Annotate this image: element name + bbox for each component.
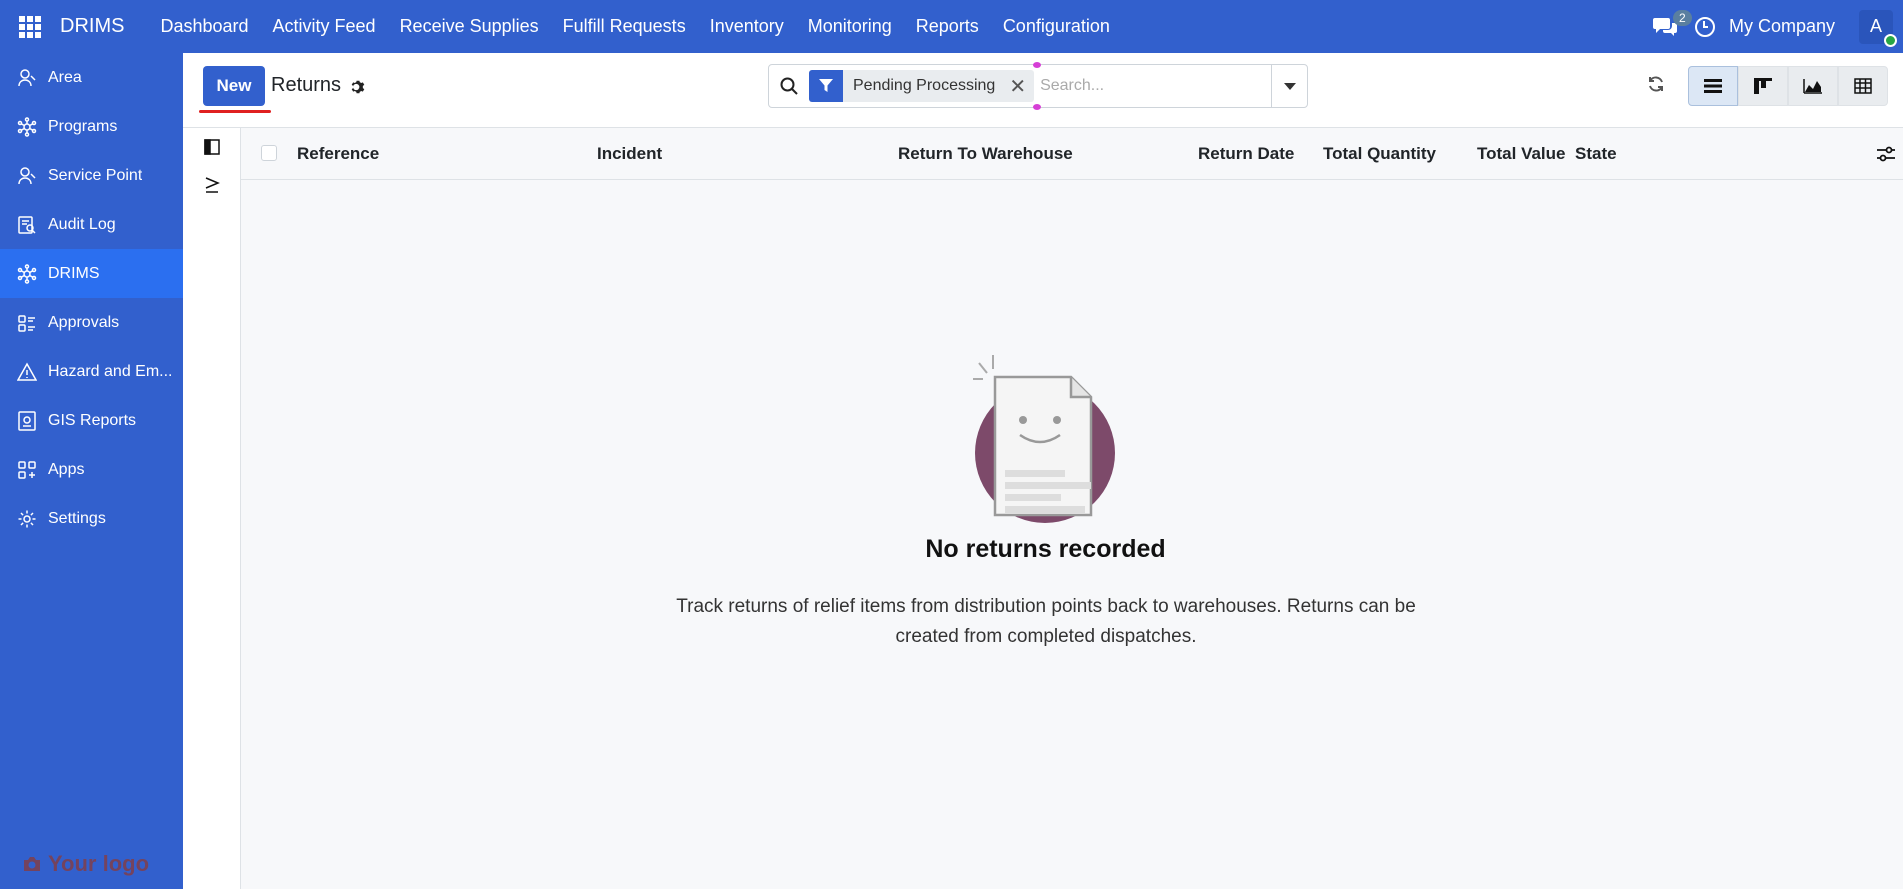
sidebar-item-label: GIS Reports <box>48 411 137 429</box>
menu-monitoring[interactable]: Monitoring <box>796 16 904 37</box>
side-toolbar <box>183 128 241 889</box>
menu-configuration[interactable]: Configuration <box>991 16 1122 37</box>
avatar-initial: A <box>1869 16 1882 36</box>
main-menu: Dashboard Activity Feed Receive Supplies… <box>148 16 1121 37</box>
messages-button[interactable]: 2 <box>1645 0 1692 53</box>
sidebar-item-label: Apps <box>48 460 85 478</box>
warning-triangle-icon <box>16 361 38 383</box>
empty-state-title: No returns recorded <box>925 535 1166 563</box>
menu-inventory[interactable]: Inventory <box>698 16 796 37</box>
sidebar-item-settings[interactable]: Settings <box>0 494 183 543</box>
sidebar-item-programs[interactable]: Programs <box>0 102 183 151</box>
sidebar-item-label: Audit Log <box>48 215 116 233</box>
column-header-return-date[interactable]: Return Date <box>1198 144 1294 164</box>
optional-columns-icon[interactable] <box>1875 144 1897 164</box>
gear-icon[interactable] <box>349 78 367 96</box>
search-icon[interactable] <box>769 65 809 107</box>
network-icon <box>16 263 38 285</box>
list-view-button[interactable] <box>1688 66 1738 106</box>
sidebar-item-gis-reports[interactable]: GIS Reports <box>0 396 183 445</box>
empty-state: No returns recorded Track returns of rel… <box>241 180 1903 889</box>
area-chart-icon <box>1803 79 1822 94</box>
camera-icon <box>24 857 40 871</box>
sidebar-item-hazard[interactable]: Hazard and Em... <box>0 347 183 396</box>
menu-dashboard[interactable]: Dashboard <box>148 16 260 37</box>
gis-report-icon <box>16 410 38 432</box>
menu-receive-supplies[interactable]: Receive Supplies <box>388 16 551 37</box>
sidebar-item-area[interactable]: Area <box>0 53 183 102</box>
remove-facet-icon[interactable]: ✕ <box>1005 74 1034 99</box>
sidebar-item-service-point[interactable]: Service Point <box>0 151 183 200</box>
kanban-view-icon <box>1754 78 1772 94</box>
app-grid-icon[interactable] <box>0 0 60 53</box>
company-switcher[interactable]: My Company <box>1729 16 1835 37</box>
new-button[interactable]: New <box>203 66 265 106</box>
sidebar-item-audit-log[interactable]: Audit Log <box>0 200 183 249</box>
wrench-user-icon <box>16 67 38 89</box>
apps-grid-plus-icon <box>16 459 38 481</box>
sort-icon <box>205 177 220 193</box>
sidebar-item-label: Hazard and Em... <box>48 362 173 380</box>
menu-reports[interactable]: Reports <box>904 16 991 37</box>
column-header-state[interactable]: State <box>1575 144 1617 164</box>
sidebar-item-label: DRIMS <box>48 264 100 282</box>
kanban-view-button[interactable] <box>1738 66 1788 106</box>
search-facet: Pending Processing ✕ <box>809 70 1035 102</box>
column-header-reference[interactable]: Reference <box>297 144 379 164</box>
sidebar-item-label: Approvals <box>48 313 120 331</box>
wrench-user-icon <box>16 165 38 187</box>
resize-handle-top <box>1033 62 1041 68</box>
list-header: Reference Incident Return To Warehouse R… <box>241 128 1903 180</box>
resize-handle-bottom <box>1033 104 1041 110</box>
empty-document-illustration <box>973 355 1115 523</box>
graph-view-button[interactable] <box>1788 66 1838 106</box>
sidebar-item-apps[interactable]: Apps <box>0 445 183 494</box>
user-avatar[interactable]: A <box>1859 9 1897 47</box>
toggle-panel-button[interactable] <box>183 128 241 166</box>
panel-toggle-icon <box>204 139 220 155</box>
new-button-underline <box>199 110 271 113</box>
sidebar: Area Programs Service Point Audit Log DR… <box>0 53 183 889</box>
online-status-dot <box>1884 33 1897 47</box>
logo-text: Your logo <box>48 851 150 876</box>
message-count-badge: 2 <box>1672 10 1692 26</box>
filter-icon <box>809 70 843 102</box>
column-header-total-quantity[interactable]: Total Quantity <box>1323 144 1436 164</box>
sidebar-item-approvals[interactable]: Approvals <box>0 298 183 347</box>
page-title: Returns <box>271 74 342 96</box>
app-brand[interactable]: DRIMS <box>60 15 124 38</box>
search-options-toggle[interactable] <box>1271 65 1307 107</box>
top-navbar: DRIMS Dashboard Activity Feed Receive Su… <box>0 0 1903 53</box>
sort-button[interactable] <box>183 166 241 204</box>
column-header-incident[interactable]: Incident <box>597 144 662 164</box>
column-header-return-to-warehouse[interactable]: Return To Warehouse <box>898 144 1073 164</box>
approvals-icon <box>16 312 38 334</box>
sidebar-item-label: Programs <box>48 117 118 135</box>
sidebar-item-label: Service Point <box>48 166 143 184</box>
audit-log-icon <box>16 214 38 236</box>
empty-state-description: Track returns of relief items from distr… <box>676 596 1416 647</box>
menu-fulfill-requests[interactable]: Fulfill Requests <box>551 16 698 37</box>
company-logo: Your logo <box>22 851 149 877</box>
chevron-down-icon <box>1283 82 1296 90</box>
clock-icon[interactable] <box>1694 16 1715 37</box>
sidebar-item-drims[interactable]: DRIMS <box>0 249 183 298</box>
table-grid-icon <box>1854 78 1872 94</box>
control-panel: New Returns Pending Processing ✕ <box>183 53 1903 128</box>
sidebar-item-label: Settings <box>48 509 106 527</box>
column-header-total-value[interactable]: Total Value <box>1477 144 1566 164</box>
facet-label: Pending Processing <box>853 77 996 94</box>
gear-icon <box>16 508 38 530</box>
search-input[interactable] <box>1040 66 1291 106</box>
menu-activity-feed[interactable]: Activity Feed <box>261 16 388 37</box>
list-view-icon <box>1704 79 1722 93</box>
search-bar: Pending Processing ✕ <box>768 62 1308 110</box>
view-switcher <box>1688 66 1888 106</box>
select-all-checkbox[interactable] <box>261 145 277 161</box>
pivot-view-button[interactable] <box>1838 66 1888 106</box>
refresh-icon[interactable] <box>1645 73 1667 95</box>
network-icon <box>16 116 38 138</box>
sidebar-item-label: Area <box>48 68 82 86</box>
